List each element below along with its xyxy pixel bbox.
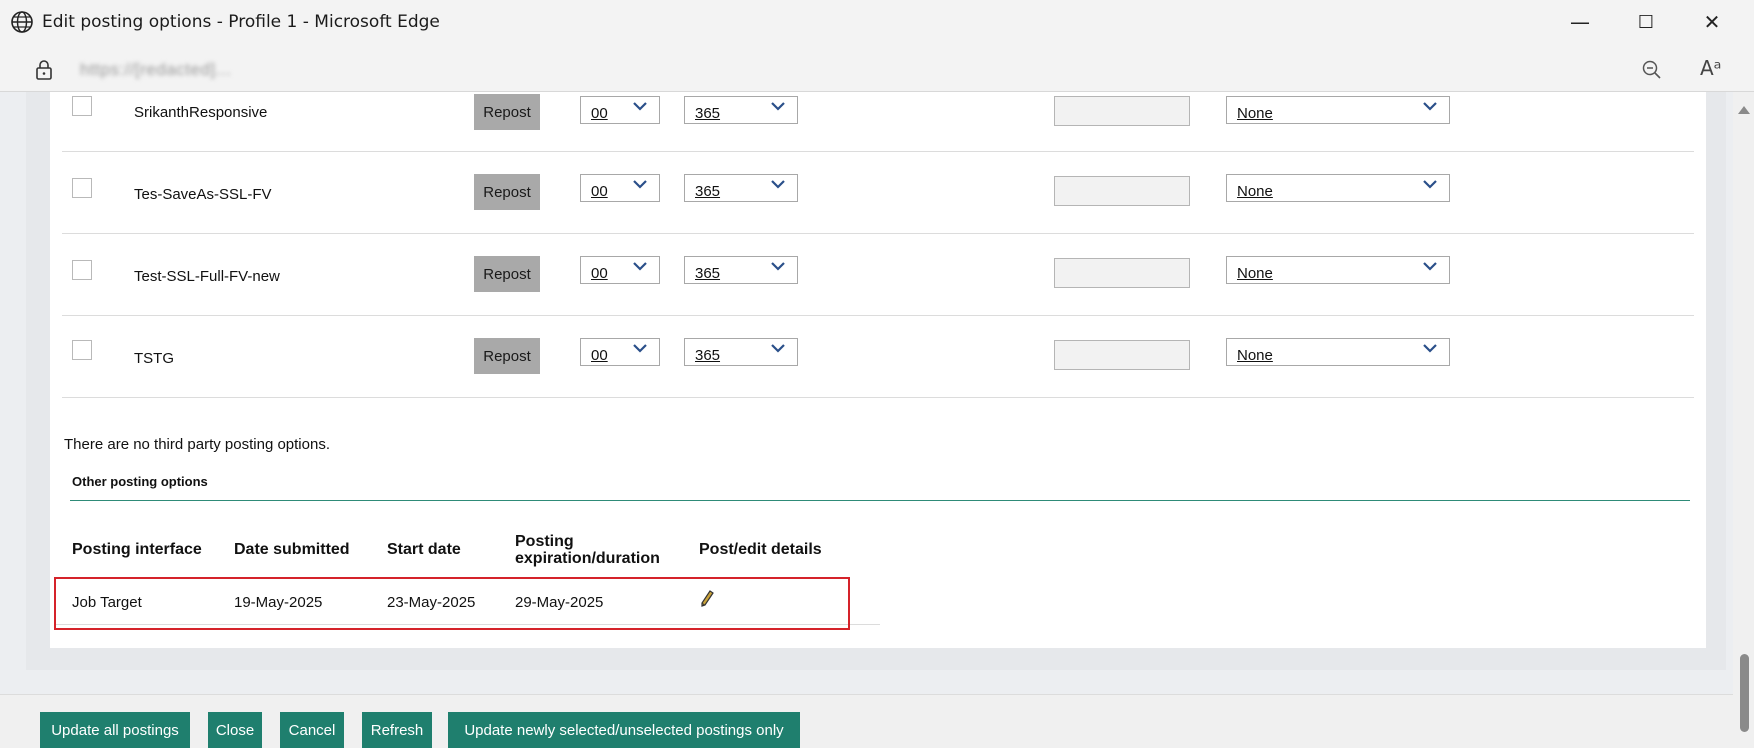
repost-button[interactable]: Repost xyxy=(474,94,540,130)
option-select[interactable]: None xyxy=(1226,338,1450,366)
highlight-box xyxy=(54,577,850,630)
duration-select-2[interactable]: 365 xyxy=(684,256,798,284)
chevron-down-icon xyxy=(633,180,647,189)
posting-name: Test-SSL-Full-FV-new xyxy=(134,268,280,285)
other-options-heading: Other posting options xyxy=(72,474,208,489)
select-value: None xyxy=(1237,105,1273,122)
option-select[interactable]: None xyxy=(1226,96,1450,124)
posting-checkbox[interactable] xyxy=(72,178,92,198)
duration-select-2[interactable]: 365 xyxy=(684,174,798,202)
section-divider xyxy=(70,500,1690,501)
chevron-down-icon xyxy=(1423,102,1437,111)
select-value: 365 xyxy=(695,265,721,282)
minimize-button[interactable]: — xyxy=(1550,6,1610,38)
repost-button[interactable]: Repost xyxy=(474,256,540,292)
maximize-icon: ☐ xyxy=(1637,11,1655,33)
select-value: 365 xyxy=(695,105,721,122)
close-button[interactable]: Close xyxy=(208,712,262,748)
read-aloud-icon[interactable]: Aᵃ xyxy=(1700,56,1722,80)
col-date-submitted: Date submitted xyxy=(234,541,350,558)
chevron-down-icon xyxy=(1423,262,1437,271)
chevron-down-icon xyxy=(771,102,785,111)
duration-select-2[interactable]: 365 xyxy=(684,96,798,124)
chevron-down-icon xyxy=(633,102,647,111)
duration-select-2[interactable]: 365 xyxy=(684,338,798,366)
duration-select-1[interactable]: 00 xyxy=(580,96,660,124)
vertical-scrollbar[interactable] xyxy=(1733,92,1754,748)
select-value: 00 xyxy=(591,347,608,364)
posting-row: TSTG Repost 00 365 None xyxy=(62,316,1694,398)
scrollbar-thumb[interactable] xyxy=(1740,654,1749,732)
date-input[interactable] xyxy=(1054,96,1190,126)
repost-button[interactable]: Repost xyxy=(474,338,540,374)
chevron-down-icon xyxy=(771,180,785,189)
duration-select-1[interactable]: 00 xyxy=(580,174,660,202)
posting-name: SrikanthResponsive xyxy=(134,104,268,121)
chevron-down-icon xyxy=(771,344,785,353)
close-window-button[interactable]: ✕ xyxy=(1682,6,1742,38)
col-posting-interface: Posting interface xyxy=(72,541,202,558)
col-start-date: Start date xyxy=(387,541,461,558)
select-value: 00 xyxy=(591,265,608,282)
posting-checkbox[interactable] xyxy=(72,340,92,360)
col-expiration-line2: expiration/duration xyxy=(515,550,660,567)
col-expiration-line1: Posting xyxy=(515,533,574,550)
browser-window: Edit posting options - Profile 1 - Micro… xyxy=(0,0,1754,748)
select-value: 00 xyxy=(591,183,608,200)
update-all-postings-button[interactable]: Update all postings xyxy=(40,712,190,748)
posting-name: TSTG xyxy=(134,350,174,367)
posting-checkbox[interactable] xyxy=(72,260,92,280)
select-value: 365 xyxy=(695,347,721,364)
option-select[interactable]: None xyxy=(1226,256,1450,284)
col-post-edit-details: Post/edit details xyxy=(699,541,822,558)
duration-select-1[interactable]: 00 xyxy=(580,256,660,284)
select-value: 365 xyxy=(695,183,721,200)
scroll-up-icon[interactable] xyxy=(1738,106,1750,114)
chevron-down-icon xyxy=(771,262,785,271)
posting-row: Test-SSL-Full-FV-new Repost 00 365 None xyxy=(62,234,1694,316)
select-value: None xyxy=(1237,183,1273,200)
col-expiration: Posting expiration/duration xyxy=(515,533,660,567)
globe-icon xyxy=(11,11,33,33)
chevron-down-icon xyxy=(1423,180,1437,189)
option-select[interactable]: None xyxy=(1226,174,1450,202)
date-input[interactable] xyxy=(1054,176,1190,206)
posting-row: Tes-SaveAs-SSL-FV Repost 00 365 None xyxy=(62,152,1694,234)
update-newly-selected-button[interactable]: Update newly selected/unselected posting… xyxy=(448,712,800,748)
chevron-down-icon xyxy=(1423,344,1437,353)
chevron-down-icon xyxy=(633,344,647,353)
date-input[interactable] xyxy=(1054,258,1190,288)
third-party-note: There are no third party posting options… xyxy=(64,436,330,453)
duration-select-1[interactable]: 00 xyxy=(580,338,660,366)
minimize-icon: — xyxy=(1570,10,1590,34)
posting-name: Tes-SaveAs-SSL-FV xyxy=(134,186,272,203)
repost-button[interactable]: Repost xyxy=(474,174,540,210)
select-value: None xyxy=(1237,347,1273,364)
close-icon: ✕ xyxy=(1703,10,1721,34)
refresh-button[interactable]: Refresh xyxy=(362,712,432,748)
lock-icon[interactable] xyxy=(34,59,54,81)
date-input[interactable] xyxy=(1054,340,1190,370)
cancel-button[interactable]: Cancel xyxy=(280,712,344,748)
select-value: 00 xyxy=(591,105,608,122)
maximize-button[interactable]: ☐ xyxy=(1616,6,1676,38)
select-value: None xyxy=(1237,265,1273,282)
posting-checkbox[interactable] xyxy=(72,96,92,116)
posting-row: SrikanthResponsive Repost 00 365 None xyxy=(62,70,1694,152)
window-title: Edit posting options - Profile 1 - Micro… xyxy=(42,12,440,32)
chevron-down-icon xyxy=(633,262,647,271)
